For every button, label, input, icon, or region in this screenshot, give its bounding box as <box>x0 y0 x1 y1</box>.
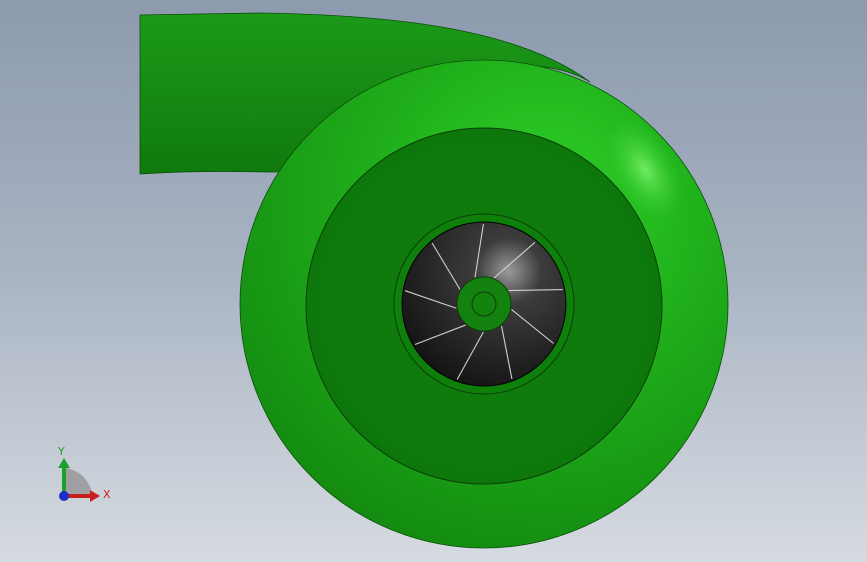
y-axis-label: Y <box>57 445 65 458</box>
x-axis-arrow <box>90 490 100 502</box>
z-axis-dot <box>59 491 69 501</box>
reference-triad: Y X <box>57 445 111 502</box>
graphics-viewport[interactable]: Y X <box>0 0 867 562</box>
y-axis-arrow <box>58 458 70 468</box>
triad-arc <box>64 468 92 496</box>
x-axis-label: X <box>103 488 111 501</box>
